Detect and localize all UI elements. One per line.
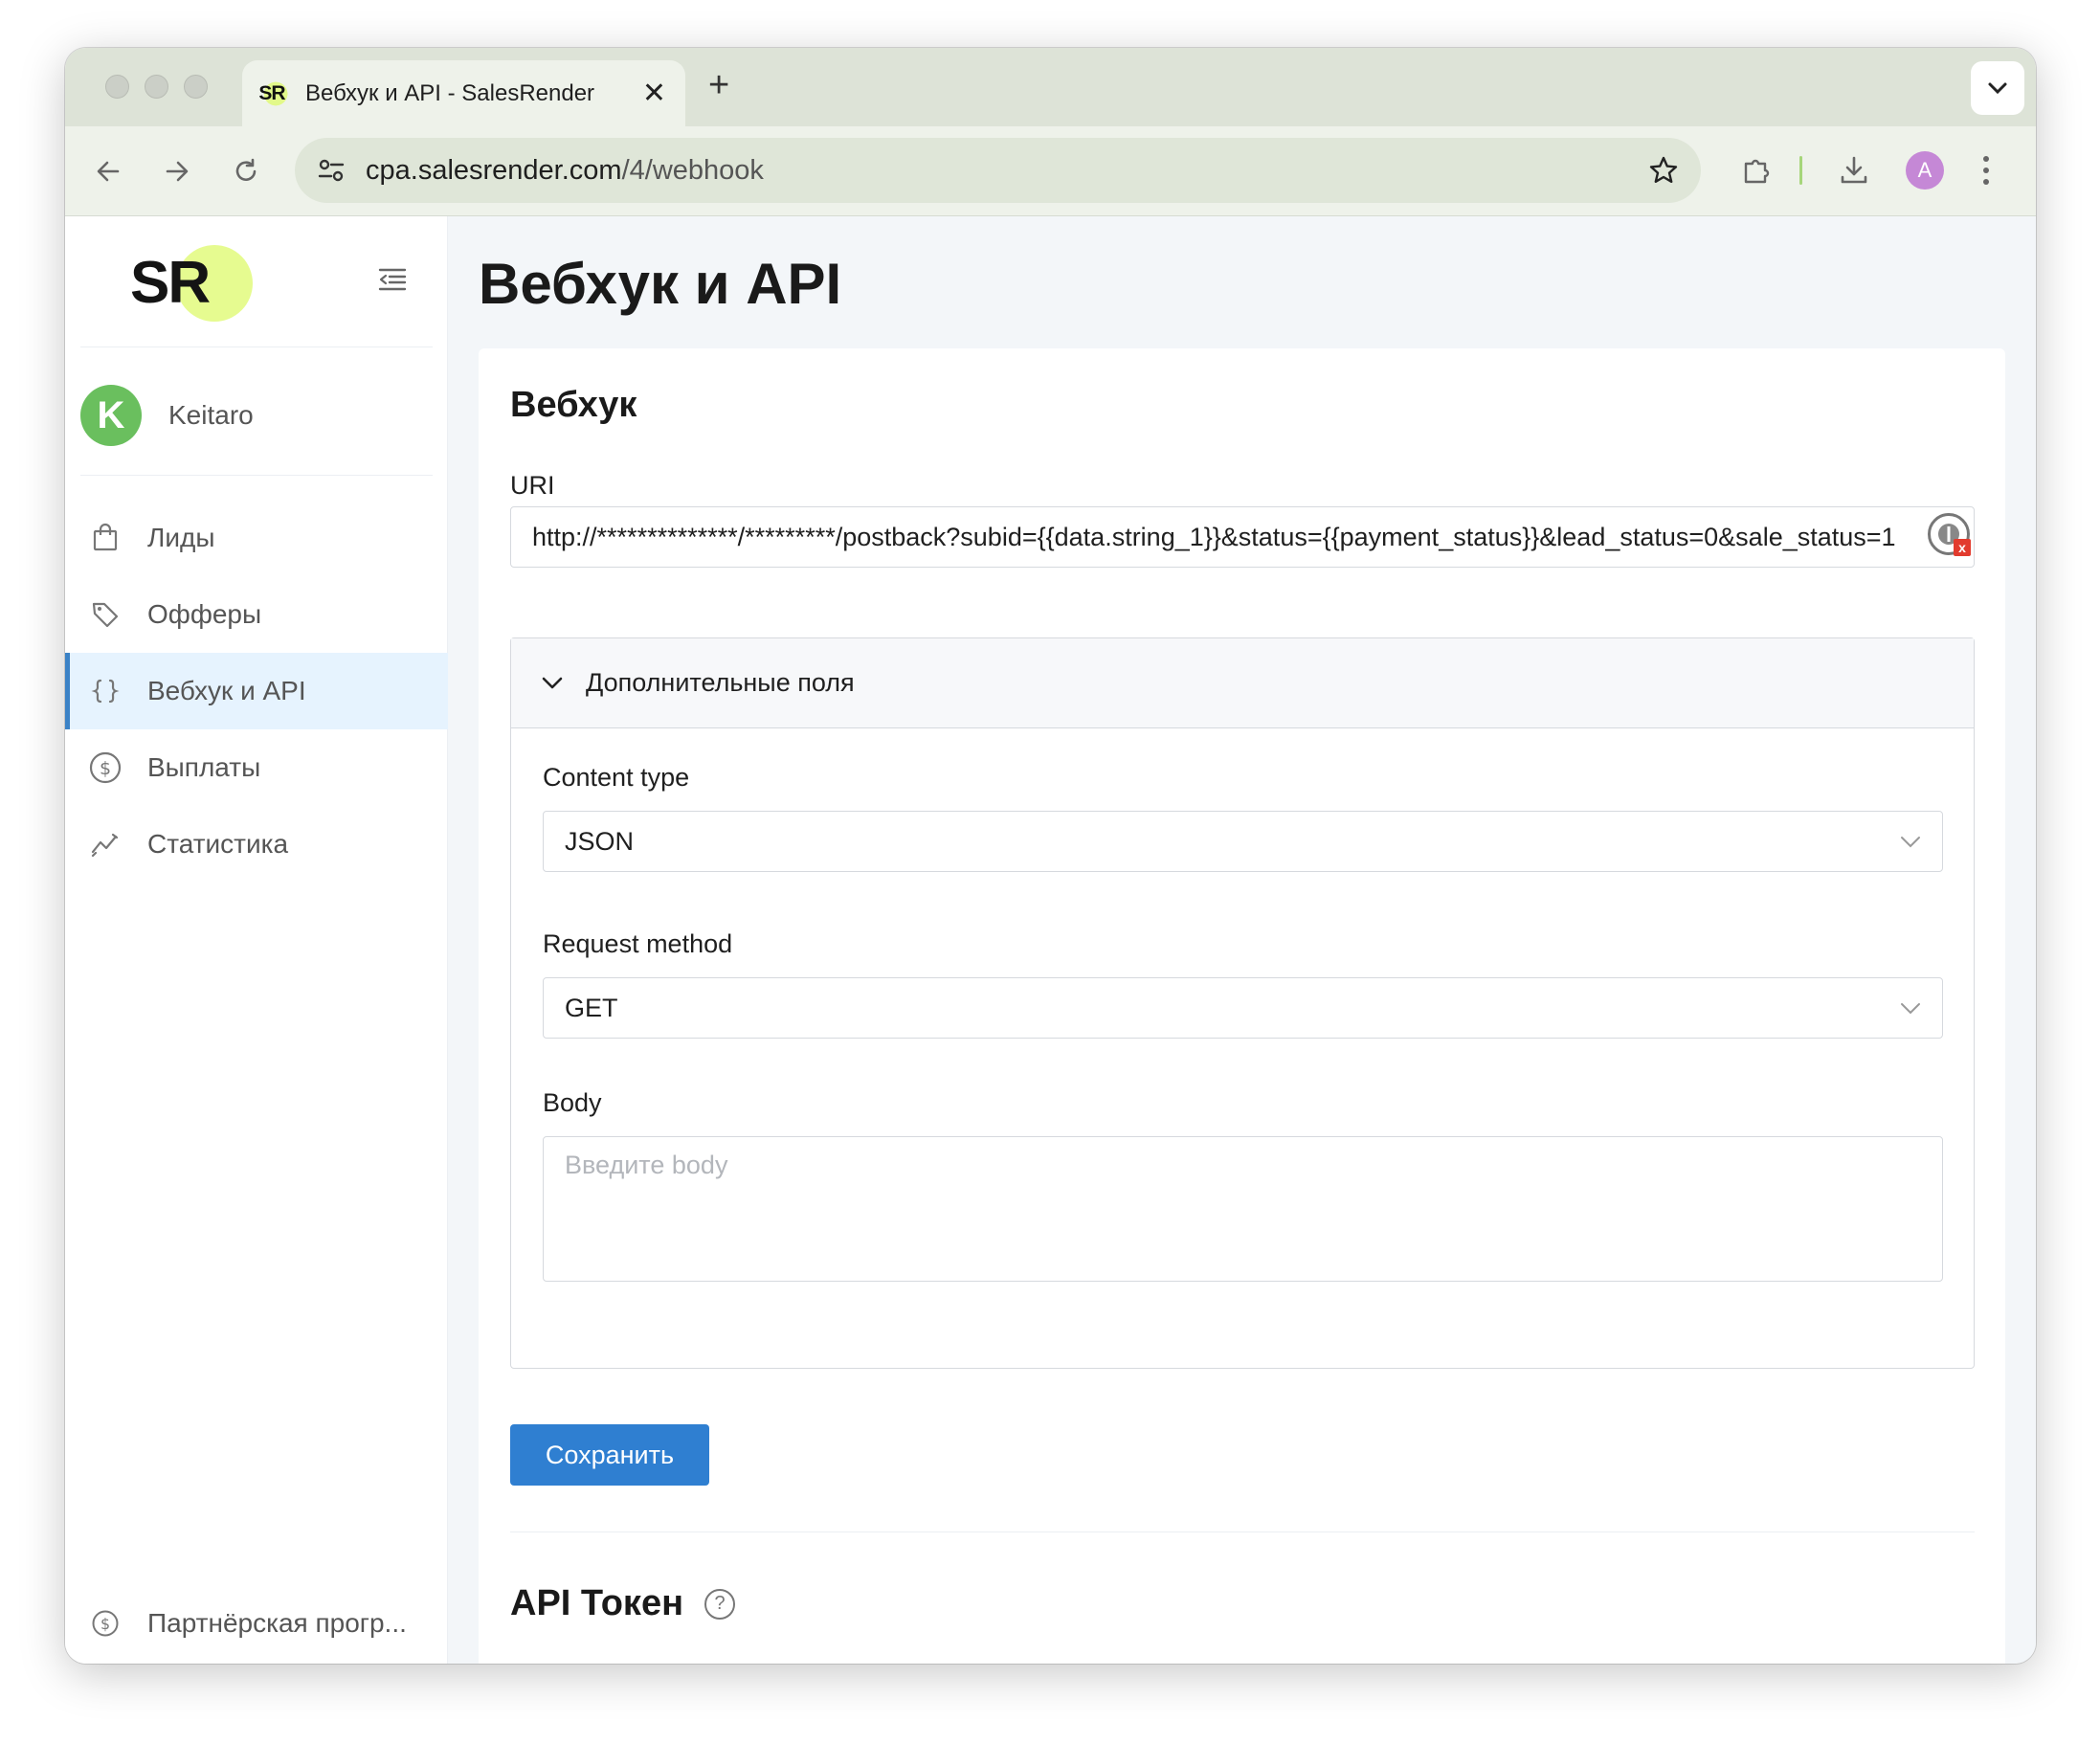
bag-icon bbox=[86, 519, 124, 557]
chevron-down-icon bbox=[1901, 837, 1920, 848]
tab-search-button[interactable] bbox=[1971, 61, 2024, 115]
browser-toolbar: cpa.salesrender.com/4/webhook A bbox=[65, 126, 2036, 216]
api-token-section-title: API Токен ? bbox=[510, 1583, 736, 1624]
profile-avatar: A bbox=[1906, 151, 1944, 190]
sidebar-item-label: Выплаты bbox=[147, 752, 261, 782]
user-profile[interactable]: K Keitaro bbox=[80, 385, 254, 446]
tag-icon bbox=[86, 595, 124, 634]
content-type-value: JSON bbox=[565, 826, 635, 856]
puzzle-icon bbox=[1744, 159, 1770, 184]
collapse-sidebar-button[interactable] bbox=[377, 266, 408, 298]
content-type-select[interactable]: JSON bbox=[543, 811, 1943, 872]
extra-fields-panel: Дополнительные поля Content type JSON Re… bbox=[510, 637, 1975, 1369]
svg-text:$: $ bbox=[101, 1615, 110, 1633]
tab-strip: SR Вебхук и API - SalesRender ✕ + bbox=[65, 48, 2036, 126]
arrow-right-icon bbox=[166, 161, 189, 182]
sidebar-item-label: Партнёрская прогр... bbox=[147, 1608, 407, 1638]
reload-button[interactable] bbox=[226, 151, 266, 191]
sidebar-item-statistics[interactable]: Статистика bbox=[65, 806, 448, 883]
kebab-menu-icon bbox=[1983, 156, 1989, 185]
reload-icon bbox=[235, 158, 257, 181]
chart-icon bbox=[86, 825, 124, 863]
braces-icon bbox=[86, 672, 124, 710]
request-method-value: GET bbox=[565, 993, 618, 1022]
app-content: SR K Keitaro Лиды Офферы Вебхук и API $ … bbox=[65, 216, 2036, 1664]
profile-button[interactable]: A bbox=[1901, 147, 1949, 193]
chevron-down-icon bbox=[1988, 82, 2007, 95]
url-text[interactable]: cpa.salesrender.com/4/webhook bbox=[366, 155, 1647, 187]
url-path: /4/webhook bbox=[621, 154, 764, 186]
user-avatar: K bbox=[80, 385, 142, 446]
minimize-window-button[interactable] bbox=[145, 75, 168, 99]
sidebar-item-leads[interactable]: Лиды bbox=[65, 500, 448, 576]
browser-tab[interactable]: SR Вебхук и API - SalesRender ✕ bbox=[242, 60, 685, 126]
browser-menu-button[interactable] bbox=[1972, 147, 2000, 193]
favicon-icon: SR bbox=[256, 77, 288, 110]
sidebar-item-webhook-api[interactable]: Вебхук и API bbox=[65, 653, 448, 729]
downloads-button[interactable] bbox=[1830, 147, 1878, 193]
request-method-label: Request method bbox=[543, 929, 733, 958]
new-tab-button[interactable]: + bbox=[708, 67, 729, 103]
bookmark-star-icon[interactable] bbox=[1647, 154, 1680, 187]
logo-text: SR bbox=[130, 250, 211, 316]
forward-button[interactable] bbox=[157, 151, 197, 191]
address-bar[interactable]: cpa.salesrender.com/4/webhook bbox=[295, 138, 1701, 203]
sidebar-item-label: Офферы bbox=[147, 599, 262, 629]
webhook-section-title: Вебхук bbox=[510, 385, 637, 425]
uri-label: URI bbox=[510, 471, 555, 500]
svg-text:$: $ bbox=[100, 758, 111, 779]
extra-fields-toggle[interactable]: Дополнительные поля bbox=[511, 638, 1974, 728]
sidebar: SR K Keitaro Лиды Офферы Вебхук и API $ … bbox=[65, 216, 448, 1664]
content-type-label: Content type bbox=[543, 763, 690, 792]
save-button[interactable]: Сохранить bbox=[510, 1424, 709, 1486]
error-badge-icon: x bbox=[1954, 539, 1971, 556]
tab-title: Вебхук и API - SalesRender bbox=[305, 79, 595, 106]
sidebar-item-label: Лиды bbox=[147, 523, 215, 552]
logo[interactable]: SR bbox=[130, 245, 255, 322]
tab-close-icon[interactable]: ✕ bbox=[642, 78, 666, 108]
body-textarea[interactable]: Введите body bbox=[543, 1136, 1943, 1282]
maximize-window-button[interactable] bbox=[184, 75, 208, 99]
close-window-button[interactable] bbox=[105, 75, 129, 99]
sidebar-item-label: Вебхук и API bbox=[147, 676, 306, 705]
extension-overlay-icon[interactable]: x bbox=[1928, 513, 1971, 556]
chevron-down-icon bbox=[542, 677, 563, 688]
dollar-icon: $ bbox=[86, 1604, 124, 1643]
uri-input[interactable]: http://**************/*********/postback… bbox=[510, 506, 1975, 568]
dollar-icon: $ bbox=[86, 749, 124, 787]
sidebar-item-payouts[interactable]: $ Выплаты bbox=[65, 729, 448, 806]
webhook-card: Вебхук URI http://**************/*******… bbox=[479, 348, 2005, 1664]
back-button[interactable] bbox=[88, 151, 128, 191]
page-title: Вебхук и API bbox=[479, 252, 842, 316]
request-method-select[interactable]: GET bbox=[543, 977, 1943, 1039]
favicon-text: SR bbox=[258, 81, 285, 104]
window-controls bbox=[105, 75, 208, 99]
url-host: cpa.salesrender.com bbox=[366, 154, 622, 186]
uri-value: http://**************/*********/postback… bbox=[532, 522, 1896, 551]
body-placeholder: Введите body bbox=[565, 1151, 728, 1179]
user-name: Keitaro bbox=[168, 400, 254, 430]
sidebar-item-partner-program[interactable]: $ Партнёрская прогр... bbox=[65, 1595, 448, 1652]
sidebar-item-label: Статистика bbox=[147, 829, 289, 859]
browser-window: SR Вебхук и API - SalesRender ✕ + cpa.sa… bbox=[65, 48, 2036, 1664]
toolbar-divider bbox=[1796, 147, 1805, 193]
site-settings-icon[interactable] bbox=[316, 155, 346, 186]
extra-fields-label: Дополнительные поля bbox=[586, 668, 855, 697]
menu-fold-icon bbox=[378, 268, 407, 291]
chevron-down-icon bbox=[1901, 1003, 1920, 1015]
sidebar-divider bbox=[80, 475, 433, 476]
download-icon bbox=[1841, 156, 1867, 184]
body-label: Body bbox=[543, 1088, 602, 1117]
api-token-title: API Токен bbox=[510, 1583, 684, 1623]
arrow-left-icon bbox=[97, 161, 120, 182]
help-icon[interactable]: ? bbox=[704, 1588, 736, 1620]
extensions-button[interactable] bbox=[1732, 147, 1780, 193]
sidebar-item-offers[interactable]: Офферы bbox=[65, 576, 448, 653]
